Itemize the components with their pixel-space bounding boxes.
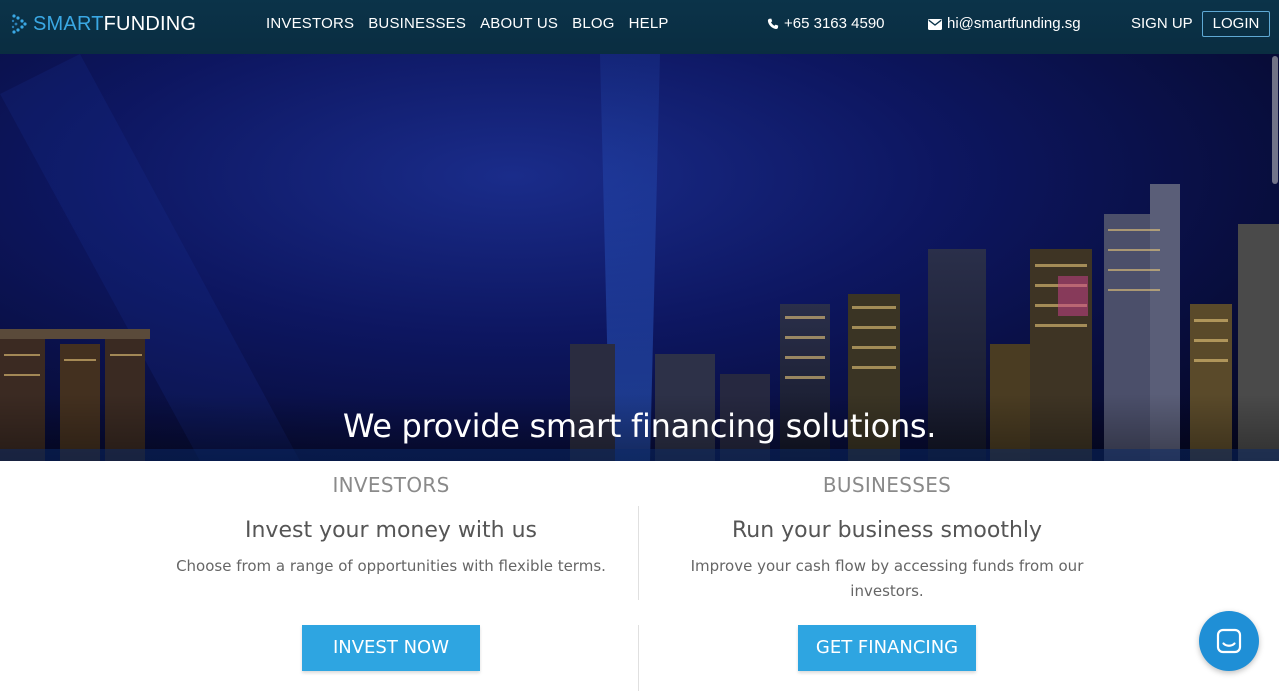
- investors-description: Choose from a range of opportunities wit…: [176, 557, 606, 575]
- nav-blog[interactable]: BLOG: [572, 14, 614, 34]
- page-scrollbar-thumb[interactable]: [1272, 56, 1278, 184]
- nav-about-us[interactable]: ABOUT US: [480, 14, 558, 34]
- chat-launcher-button[interactable]: [1199, 611, 1259, 671]
- chat-icon: [1216, 628, 1242, 654]
- investors-section: INVESTORS Invest your money with us Choo…: [144, 461, 638, 691]
- businesses-description: Improve your cash flow by accessing fund…: [690, 557, 1084, 600]
- envelope-icon: [928, 18, 942, 30]
- top-navbar: SMARTFUNDING INVESTORS BUSINESSES ABOUT …: [0, 0, 1279, 54]
- smartfunding-logo[interactable]: SMARTFUNDING: [11, 11, 196, 37]
- nav-businesses[interactable]: BUSINESSES: [368, 14, 466, 34]
- investors-subheading: Invest your money with us: [245, 518, 537, 543]
- nav-investors[interactable]: INVESTORS: [266, 14, 354, 34]
- email-contact[interactable]: hi@smartfunding.sg: [928, 14, 1081, 34]
- hero-title: We provide smart financing solutions.: [342, 407, 937, 445]
- phone-contact[interactable]: +65 3163 4590: [767, 14, 885, 34]
- logo-dots-icon: [11, 14, 27, 34]
- email-address: hi@smartfunding.sg: [947, 15, 1081, 32]
- businesses-section: BUSINESSES Run your business smoothly Im…: [639, 461, 1135, 691]
- get-financing-button[interactable]: GET FINANCING: [798, 625, 976, 671]
- businesses-heading: BUSINESSES: [822, 473, 952, 497]
- phone-icon: [767, 18, 779, 30]
- investors-heading: INVESTORS: [332, 473, 450, 497]
- sign-up-link[interactable]: SIGN UP: [1131, 14, 1193, 34]
- login-button[interactable]: LOGIN: [1202, 11, 1270, 37]
- main-nav: INVESTORS BUSINESSES ABOUT US BLOG HELP: [266, 14, 683, 34]
- logo-text: SMARTFUNDING: [33, 13, 197, 35]
- invest-now-button[interactable]: INVEST NOW: [302, 625, 480, 671]
- phone-number: +65 3163 4590: [784, 15, 885, 32]
- hero-banner: We provide smart financing solutions.: [0, 54, 1279, 461]
- businesses-subheading: Run your business smoothly: [731, 518, 1043, 543]
- nav-help[interactable]: HELP: [629, 14, 669, 34]
- city-skyline-image: [0, 54, 1279, 461]
